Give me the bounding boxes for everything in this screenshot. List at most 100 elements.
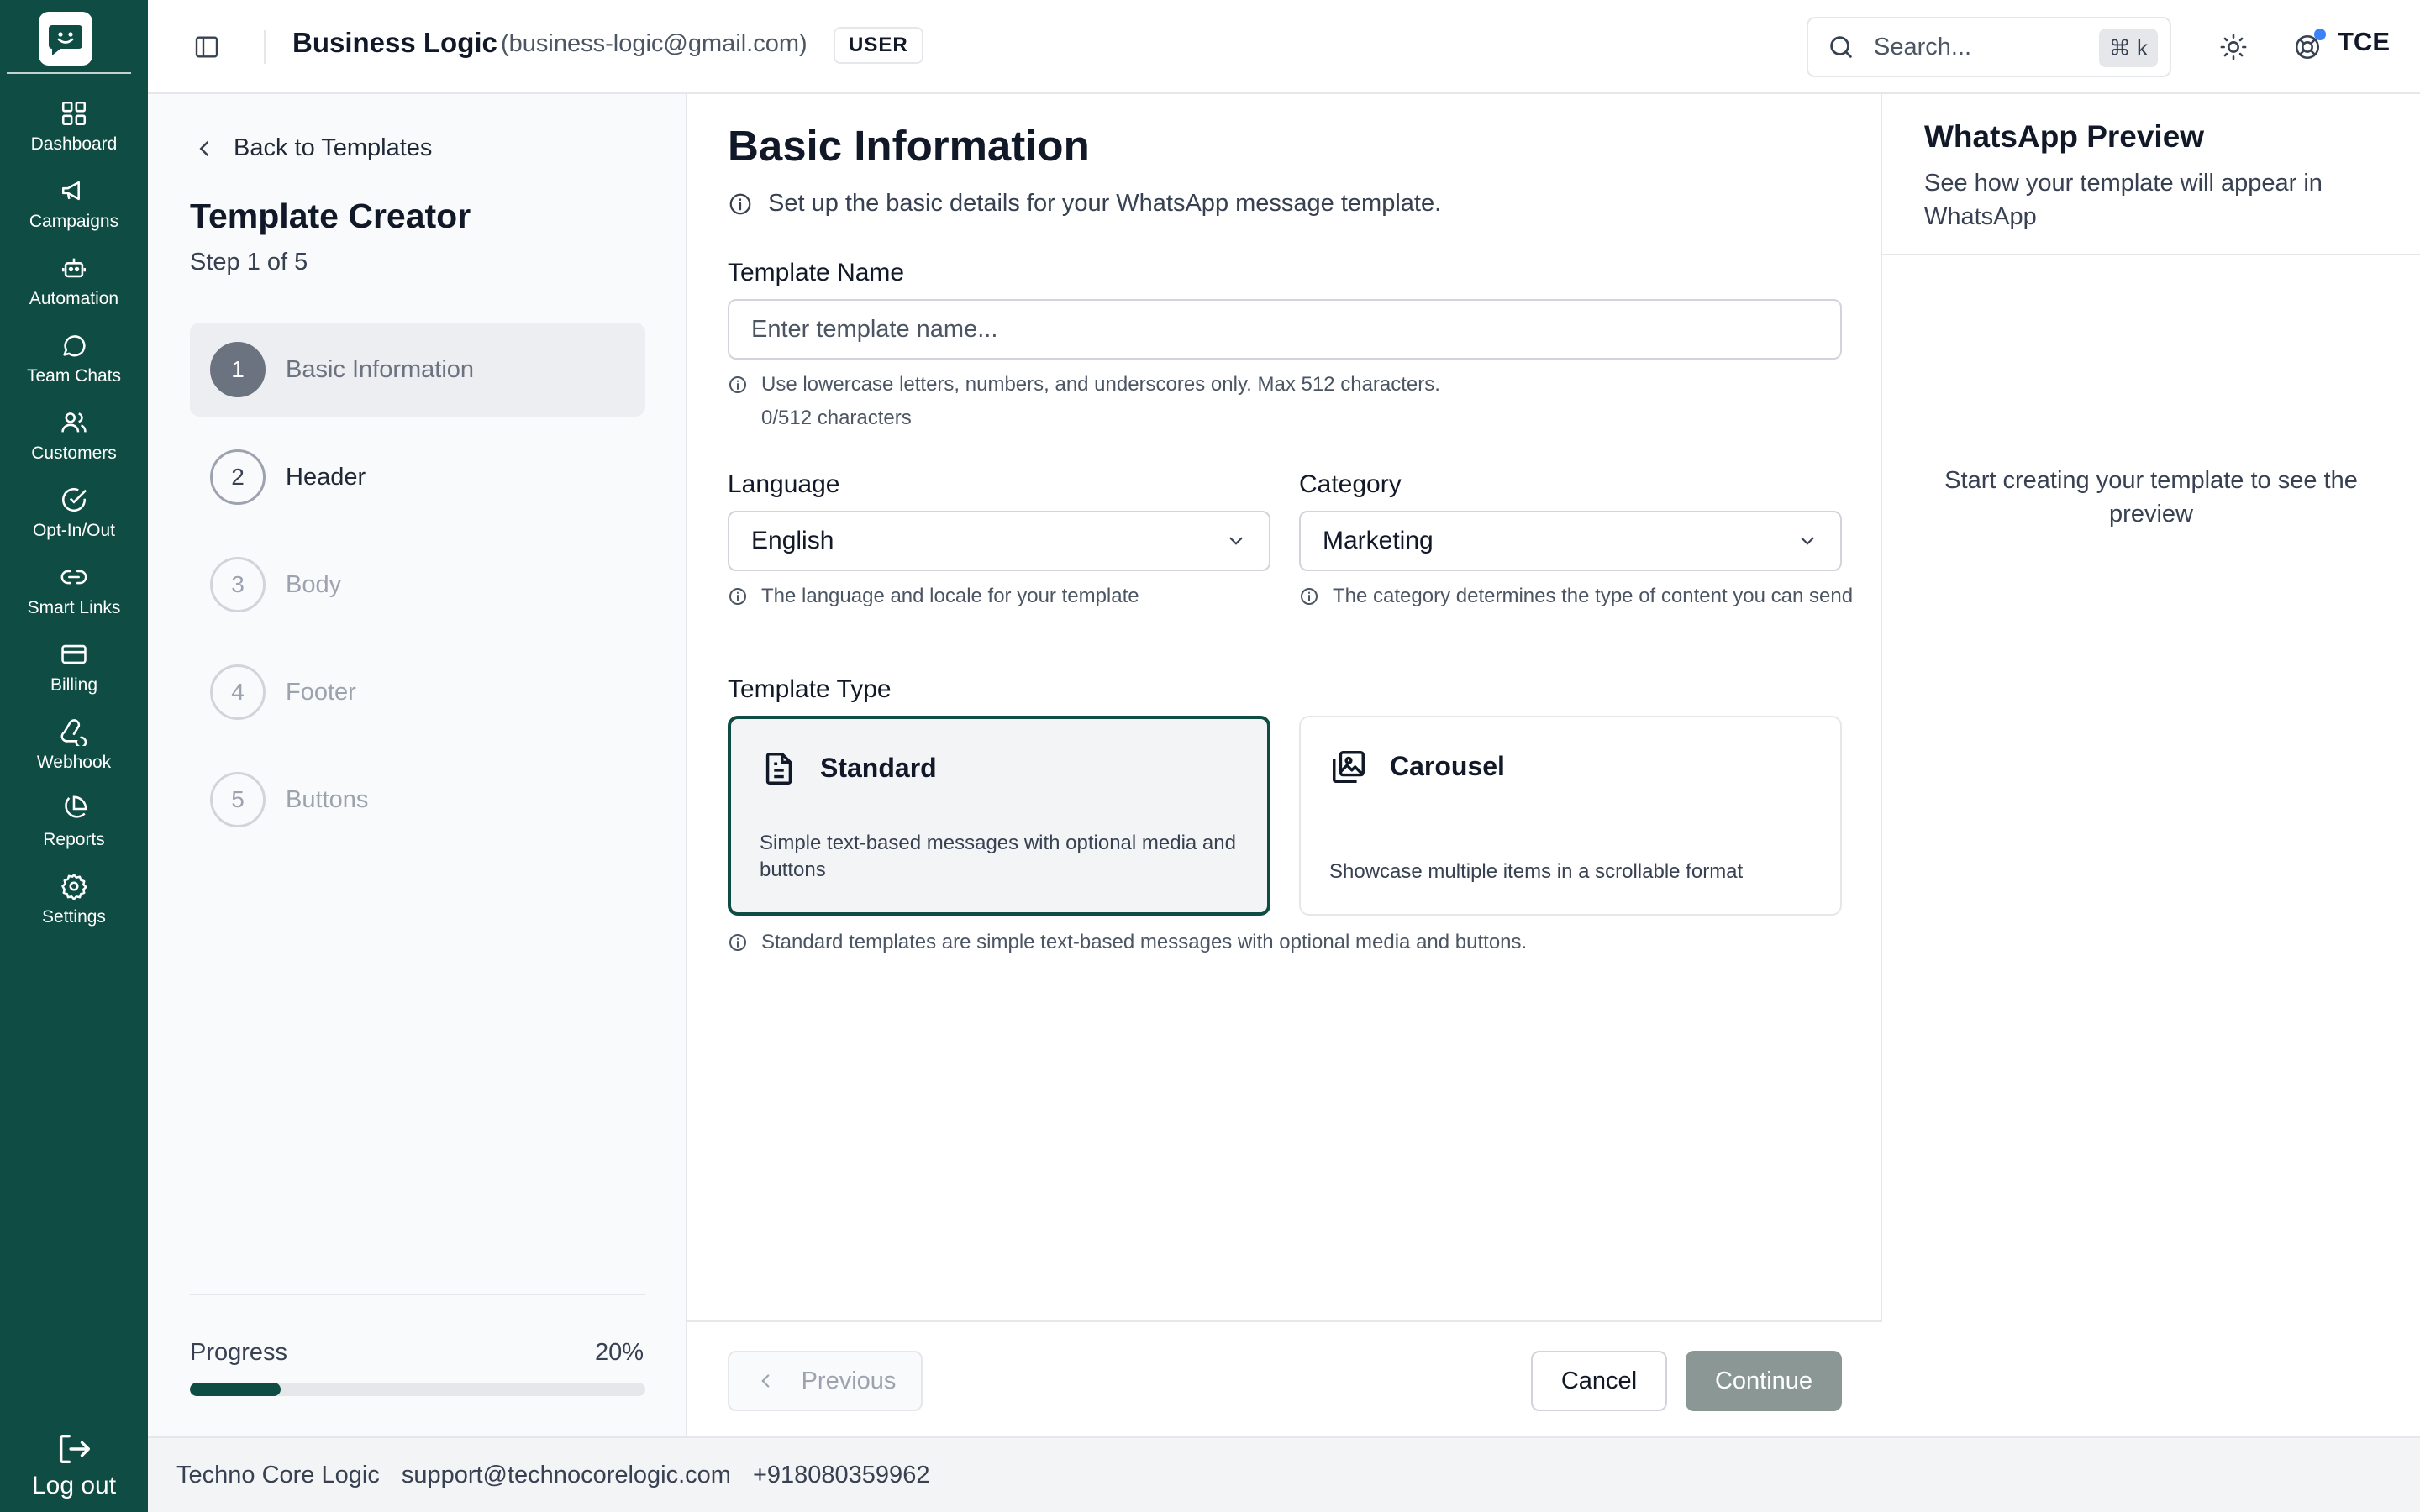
template-type-hint: Standard templates are simple text-based… — [728, 929, 1527, 956]
whatsapp-preview-panel: WhatsApp Preview See how your template w… — [1882, 94, 2420, 1436]
nav-dashboard[interactable]: Dashboard — [0, 99, 148, 166]
form-subtitle-text: Set up the basic details for your WhatsA… — [768, 190, 1442, 217]
chevron-left-icon — [760, 1374, 769, 1388]
category-select[interactable]: Marketing — [1299, 511, 1842, 571]
nav-reports[interactable]: Reports — [0, 795, 148, 862]
logout-icon — [59, 1434, 90, 1464]
standard-title: Standard — [820, 753, 937, 783]
back-to-templates-link[interactable]: Back to Templates — [192, 134, 432, 162]
chevron-down-icon — [1229, 537, 1243, 545]
images-icon — [1333, 751, 1365, 783]
info-icon — [1301, 588, 1318, 605]
progress-bar-fill — [190, 1383, 281, 1396]
role-badge: USER — [834, 27, 923, 64]
search-box[interactable]: ⌘ k — [1807, 17, 2171, 77]
back-link-label: Back to Templates — [234, 134, 433, 161]
nav-opt-in-out[interactable]: Opt-In/Out — [0, 486, 148, 553]
dashboard-icon — [61, 101, 87, 126]
preview-subtitle: See how your template will appear in Wha… — [1924, 170, 2323, 230]
template-name-input[interactable] — [728, 299, 1842, 360]
info-icon — [729, 376, 746, 393]
template-name-hint: Use lowercase letters, numbers, and unde… — [728, 371, 1440, 398]
nav-billing[interactable]: Billing — [0, 640, 148, 707]
help-button[interactable] — [2289, 29, 2326, 66]
template-form: Basic Information Set up the basic detai… — [687, 94, 1882, 1436]
progress-divider — [190, 1294, 645, 1295]
sidebar-panel-icon — [195, 36, 218, 58]
webhook-icon — [60, 719, 87, 746]
user-avatar[interactable]: TCE — [2338, 27, 2390, 57]
footer-phone[interactable]: +918080359962 — [753, 1462, 929, 1489]
nav-label: Automation — [29, 289, 119, 308]
step-buttons[interactable]: 5 Buttons — [190, 753, 645, 847]
nav-team-chats[interactable]: Team Chats — [0, 331, 148, 398]
nav-automation[interactable]: Automation — [0, 254, 148, 321]
theme-toggle-button[interactable] — [2215, 29, 2252, 66]
step-number: 1 — [210, 342, 266, 397]
step-number: 2 — [210, 449, 266, 505]
bot-icon — [61, 258, 87, 278]
template-name-label: Template Name — [728, 259, 905, 286]
char-counter-text: 0/512 characters — [761, 407, 912, 429]
template-type-hint-text: Standard templates are simple text-based… — [761, 931, 1528, 953]
language-value: English — [751, 527, 834, 554]
header-divider — [264, 30, 266, 64]
template-type-standard[interactable]: Standard Simple text-based messages with… — [728, 716, 1270, 916]
form-title: Basic Information — [728, 122, 1090, 170]
check-circle-icon — [61, 487, 87, 512]
step-label: Footer — [286, 678, 356, 706]
info-icon — [729, 934, 746, 951]
template-type-carousel[interactable]: Carousel Showcase multiple items in a sc… — [1299, 716, 1842, 916]
nav-label: Billing — [50, 675, 98, 695]
language-hint: The language and locale for your templat… — [728, 583, 1265, 610]
chevron-left-icon — [199, 140, 208, 156]
top-header: Business Logic (business-logic@gmail.com… — [148, 0, 2420, 94]
form-subtitle: Set up the basic details for your WhatsA… — [728, 190, 1441, 218]
step-number: 3 — [210, 557, 266, 612]
nav-webhook[interactable]: Webhook — [0, 717, 148, 785]
nav-label: Smart Links — [27, 598, 121, 617]
step-header[interactable]: 2 Header — [190, 430, 645, 524]
nav-label: Opt-In/Out — [32, 521, 116, 540]
nav-smart-links[interactable]: Smart Links — [0, 563, 148, 630]
standard-description: Simple text-based messages with optional… — [760, 832, 1236, 881]
language-hint-text: The language and locale for your templat… — [761, 585, 1139, 607]
nav-settings[interactable]: Settings — [0, 872, 148, 939]
cancel-button[interactable]: Cancel — [1531, 1351, 1667, 1411]
char-counter: 0/512 characters — [761, 405, 912, 432]
progress-label: Progress — [190, 1339, 288, 1366]
language-select[interactable]: English — [728, 511, 1270, 571]
previous-label: Previous — [801, 1367, 897, 1394]
continue-button[interactable]: Continue — [1686, 1351, 1842, 1411]
page-footer: Techno Core Logic support@technocorelogi… — [148, 1436, 2420, 1512]
sidebar-toggle-button[interactable] — [190, 30, 224, 64]
step-label: Header — [286, 463, 366, 491]
app-logo[interactable] — [39, 12, 92, 66]
nav-label: Team Chats — [26, 366, 122, 386]
language-label: Language — [728, 470, 840, 498]
footer-email[interactable]: support@technocorelogic.com — [402, 1462, 731, 1489]
company-name: Business Logic — [292, 27, 497, 58]
link-icon — [60, 570, 87, 585]
search-input[interactable] — [1874, 33, 2084, 61]
chat-icon — [63, 335, 86, 357]
template-name-hint-text: Use lowercase letters, numbers, and unde… — [761, 373, 1440, 396]
progress-bar — [190, 1383, 645, 1396]
step-body[interactable]: 3 Body — [190, 538, 645, 632]
step-basic-information[interactable]: 1 Basic Information — [190, 323, 645, 417]
progress-percent: 20% — [594, 1339, 644, 1366]
logo-divider — [7, 72, 131, 74]
logout-button[interactable]: Log out — [0, 1430, 148, 1500]
previous-button[interactable]: Previous — [728, 1351, 923, 1411]
chevron-down-icon — [1801, 537, 1814, 545]
creator-title: Template Creator — [190, 197, 471, 235]
category-label: Category — [1299, 470, 1402, 498]
document-icon — [765, 753, 792, 785]
megaphone-icon — [61, 181, 80, 201]
nav-customers[interactable]: Customers — [0, 408, 148, 475]
carousel-title: Carousel — [1390, 751, 1505, 781]
step-footer[interactable]: 4 Footer — [190, 645, 645, 739]
category-value: Marketing — [1323, 527, 1434, 554]
nav-campaigns[interactable]: Campaigns — [0, 176, 148, 244]
nav-label: Customers — [31, 444, 117, 463]
